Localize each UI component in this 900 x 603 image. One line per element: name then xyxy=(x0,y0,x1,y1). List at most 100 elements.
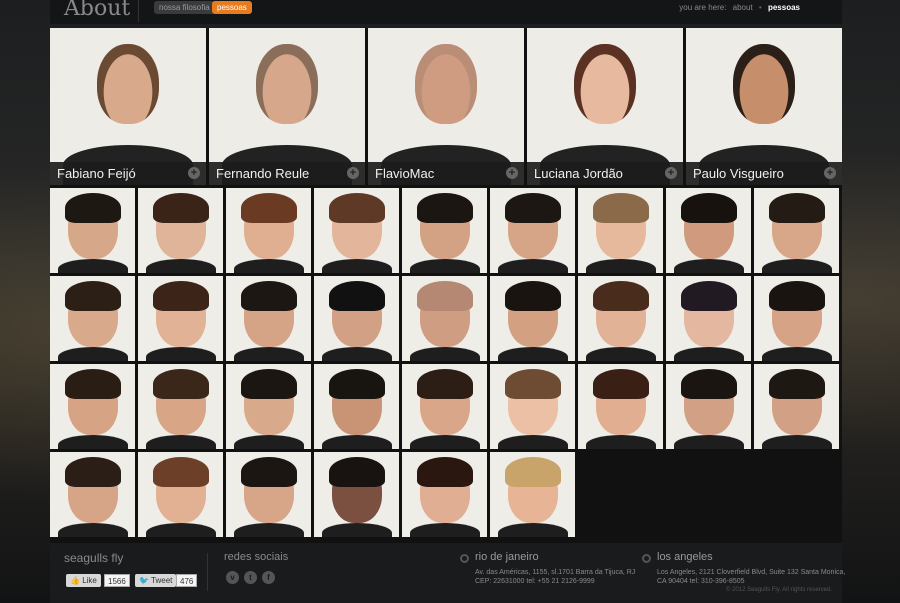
person-thumbnail[interactable] xyxy=(226,276,311,361)
portrait-shoulders xyxy=(146,259,216,273)
portrait-hair xyxy=(329,193,385,223)
footer-divider xyxy=(207,553,208,591)
person-thumbnail[interactable] xyxy=(754,276,839,361)
plus-icon[interactable]: + xyxy=(506,167,518,179)
person-thumbnail[interactable] xyxy=(578,276,663,361)
location-address-rio: Av. das Américas, 1155, sl.1701 Barra da… xyxy=(475,569,636,576)
facebook-like-button[interactable]: 👍 Like xyxy=(66,574,101,587)
portrait-hair xyxy=(681,369,737,399)
person-thumbnail[interactable] xyxy=(666,364,751,449)
person-thumbnail[interactable] xyxy=(50,364,135,449)
portrait-hair xyxy=(769,281,825,311)
portrait-head xyxy=(574,44,636,124)
portrait-head xyxy=(256,44,318,124)
portrait-hair xyxy=(681,281,737,311)
featured-person-card[interactable]: Fabiano Feijó + xyxy=(50,28,206,185)
portrait-hair xyxy=(153,457,209,487)
plus-icon[interactable]: + xyxy=(665,167,677,179)
portrait-hair xyxy=(769,369,825,399)
tab-nossa-filosofia[interactable]: nossa filosofia xyxy=(154,1,215,14)
person-caption: Fernando Reule + xyxy=(209,162,365,185)
portrait-hair xyxy=(241,369,297,399)
portrait-shoulders xyxy=(58,347,128,361)
portrait-shoulders xyxy=(586,435,656,449)
portrait-head xyxy=(415,44,477,124)
tab-pessoas[interactable]: pessoas xyxy=(212,1,252,14)
facebook-icon[interactable]: f xyxy=(262,571,275,584)
person-thumbnail[interactable] xyxy=(314,364,399,449)
vimeo-icon[interactable]: v xyxy=(226,571,239,584)
person-thumbnail[interactable] xyxy=(50,452,135,537)
twitter-icon[interactable]: t xyxy=(244,571,257,584)
portrait-hair xyxy=(681,193,737,223)
person-thumbnail[interactable] xyxy=(490,276,575,361)
plus-icon[interactable]: + xyxy=(347,167,359,179)
person-thumbnail[interactable] xyxy=(226,452,311,537)
portrait-hair xyxy=(593,281,649,311)
person-thumbnail[interactable] xyxy=(138,276,223,361)
person-thumbnail[interactable] xyxy=(490,452,575,537)
portrait-shoulders xyxy=(410,435,480,449)
person-thumbnail[interactable] xyxy=(138,188,223,273)
person-thumbnail[interactable] xyxy=(314,276,399,361)
person-thumbnail[interactable] xyxy=(402,452,487,537)
person-thumbnail[interactable] xyxy=(138,452,223,537)
person-thumbnail[interactable] xyxy=(50,276,135,361)
portrait-shoulders xyxy=(498,523,568,537)
person-thumbnail[interactable] xyxy=(402,364,487,449)
featured-person-card[interactable]: Luciana Jordão + xyxy=(527,28,683,185)
portrait-shoulders xyxy=(586,259,656,273)
portrait-shoulders xyxy=(498,435,568,449)
portrait-hair xyxy=(241,457,297,487)
portrait-hair xyxy=(65,457,121,487)
person-thumbnail[interactable] xyxy=(490,188,575,273)
person-thumbnail[interactable] xyxy=(138,364,223,449)
portrait-shoulders xyxy=(234,435,304,449)
breadcrumb-item-pessoas: pessoas xyxy=(767,3,800,12)
portrait-hair xyxy=(65,281,121,311)
plus-icon[interactable]: + xyxy=(824,167,836,179)
location-pin-icon xyxy=(642,554,651,563)
location-title-la: los angeles xyxy=(657,551,713,563)
portrait-shoulders xyxy=(410,347,480,361)
person-thumbnail[interactable] xyxy=(314,188,399,273)
portrait-hair xyxy=(505,457,561,487)
person-thumbnail[interactable] xyxy=(490,364,575,449)
portrait-hair xyxy=(153,369,209,399)
portrait-shoulders xyxy=(58,435,128,449)
portrait-hair xyxy=(153,281,209,311)
person-name: Fabiano Feijó xyxy=(57,166,136,181)
copyright: © 2012 Seagulls Fly. All rights reserved… xyxy=(725,587,832,593)
breadcrumb-item-about[interactable]: about xyxy=(733,3,753,12)
person-caption: Fabiano Feijó + xyxy=(50,162,206,185)
person-thumbnail[interactable] xyxy=(226,364,311,449)
person-thumbnail[interactable] xyxy=(50,188,135,273)
featured-person-card[interactable]: Fernando Reule + xyxy=(209,28,365,185)
person-thumbnail[interactable] xyxy=(314,452,399,537)
person-caption: Paulo Visgueiro + xyxy=(686,162,842,185)
person-thumbnail[interactable] xyxy=(402,276,487,361)
person-thumbnail[interactable] xyxy=(226,188,311,273)
portrait-hair xyxy=(329,369,385,399)
person-thumbnail[interactable] xyxy=(578,188,663,273)
portrait-shoulders xyxy=(146,435,216,449)
location-pin-icon xyxy=(460,554,469,563)
footer-brand: seagulls fly xyxy=(64,551,124,565)
featured-person-card[interactable]: FlavioMac + xyxy=(368,28,524,185)
plus-icon[interactable]: + xyxy=(188,167,200,179)
title-divider xyxy=(138,0,139,22)
person-thumbnail[interactable] xyxy=(754,364,839,449)
person-thumbnail[interactable] xyxy=(402,188,487,273)
portrait-shoulders xyxy=(674,347,744,361)
portrait-hair xyxy=(417,281,473,311)
person-thumbnail[interactable] xyxy=(578,364,663,449)
person-thumbnail[interactable] xyxy=(666,188,751,273)
page-title: About xyxy=(64,0,131,21)
portrait-shoulders xyxy=(146,347,216,361)
portrait-hair xyxy=(241,281,297,311)
tweet-button[interactable]: 🐦 Tweet xyxy=(135,574,177,587)
person-thumbnail[interactable] xyxy=(666,276,751,361)
featured-person-card[interactable]: Paulo Visgueiro + xyxy=(686,28,842,185)
portrait-hair xyxy=(417,457,473,487)
person-thumbnail[interactable] xyxy=(754,188,839,273)
